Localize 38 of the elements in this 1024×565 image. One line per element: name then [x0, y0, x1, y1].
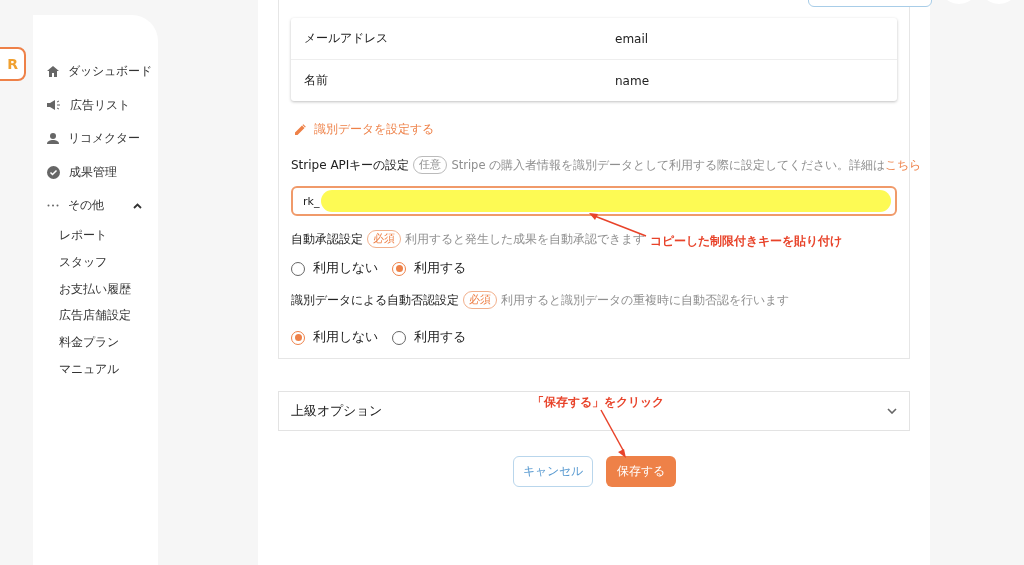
nav-item[interactable]: 成果管理	[33, 155, 158, 189]
radio-option[interactable]: 利用しない	[291, 329, 378, 346]
nav-subitem[interactable]: お支払い履歴	[33, 275, 158, 303]
field-value: rk_	[303, 194, 320, 208]
person-icon	[47, 133, 59, 145]
home-icon	[47, 66, 59, 78]
nav-subitem[interactable]: レポート	[33, 222, 158, 250]
nav-item[interactable]: 広告リスト	[33, 88, 158, 122]
table-cell-text: email	[614, 31, 649, 46]
field-title: 識別データによる自動否認設定	[291, 291, 459, 309]
more-icon	[47, 204, 59, 208]
chevron-down-icon	[887, 408, 897, 414]
nav-item[interactable]: リコメクター	[33, 122, 158, 156]
field-description: 利用すると識別データの重複時に自動否認を行います	[501, 292, 789, 308]
annotation-text: 「保存する」をクリック	[532, 394, 664, 411]
field-description: Stripe の購入者情報を識別データとして利用する際に設定してください。詳細はこちら	[451, 157, 922, 173]
nav-subitem[interactable]: スタッフ	[33, 249, 158, 276]
field-description: 利用すると発生した成果を自動承認できます	[405, 231, 645, 247]
radio-option[interactable]: 利用する	[392, 260, 466, 277]
radio-option[interactable]: 利用しない	[291, 260, 378, 277]
nav-subitem[interactable]: 広告店舗設定	[33, 302, 158, 330]
api-key-field[interactable]: rk_	[291, 186, 897, 216]
table-cell-text: 名前	[303, 72, 329, 89]
table-cell-text: メールアドレス	[303, 30, 389, 47]
field-title: Stripe APIキーの設定	[291, 156, 410, 174]
table-cell-text: name	[614, 73, 650, 88]
annotation-arrow	[600, 410, 628, 458]
megaphone-icon	[47, 100, 61, 111]
nav-item[interactable]: ダッシュボード	[33, 55, 158, 89]
field-title: 自動承認設定	[291, 230, 363, 248]
nav-subitem[interactable]: マニュアル	[33, 355, 158, 383]
chevron-up-icon	[133, 202, 142, 209]
nav-item[interactable]: その他	[33, 189, 158, 223]
annotation-text: コピーした制限付きキーを貼り付け	[650, 233, 842, 250]
check-circle-icon	[47, 165, 60, 179]
nav-subitem[interactable]: 料金プラン	[33, 329, 158, 356]
radio-option[interactable]: 利用する	[392, 329, 466, 346]
pencil-icon	[295, 124, 306, 135]
